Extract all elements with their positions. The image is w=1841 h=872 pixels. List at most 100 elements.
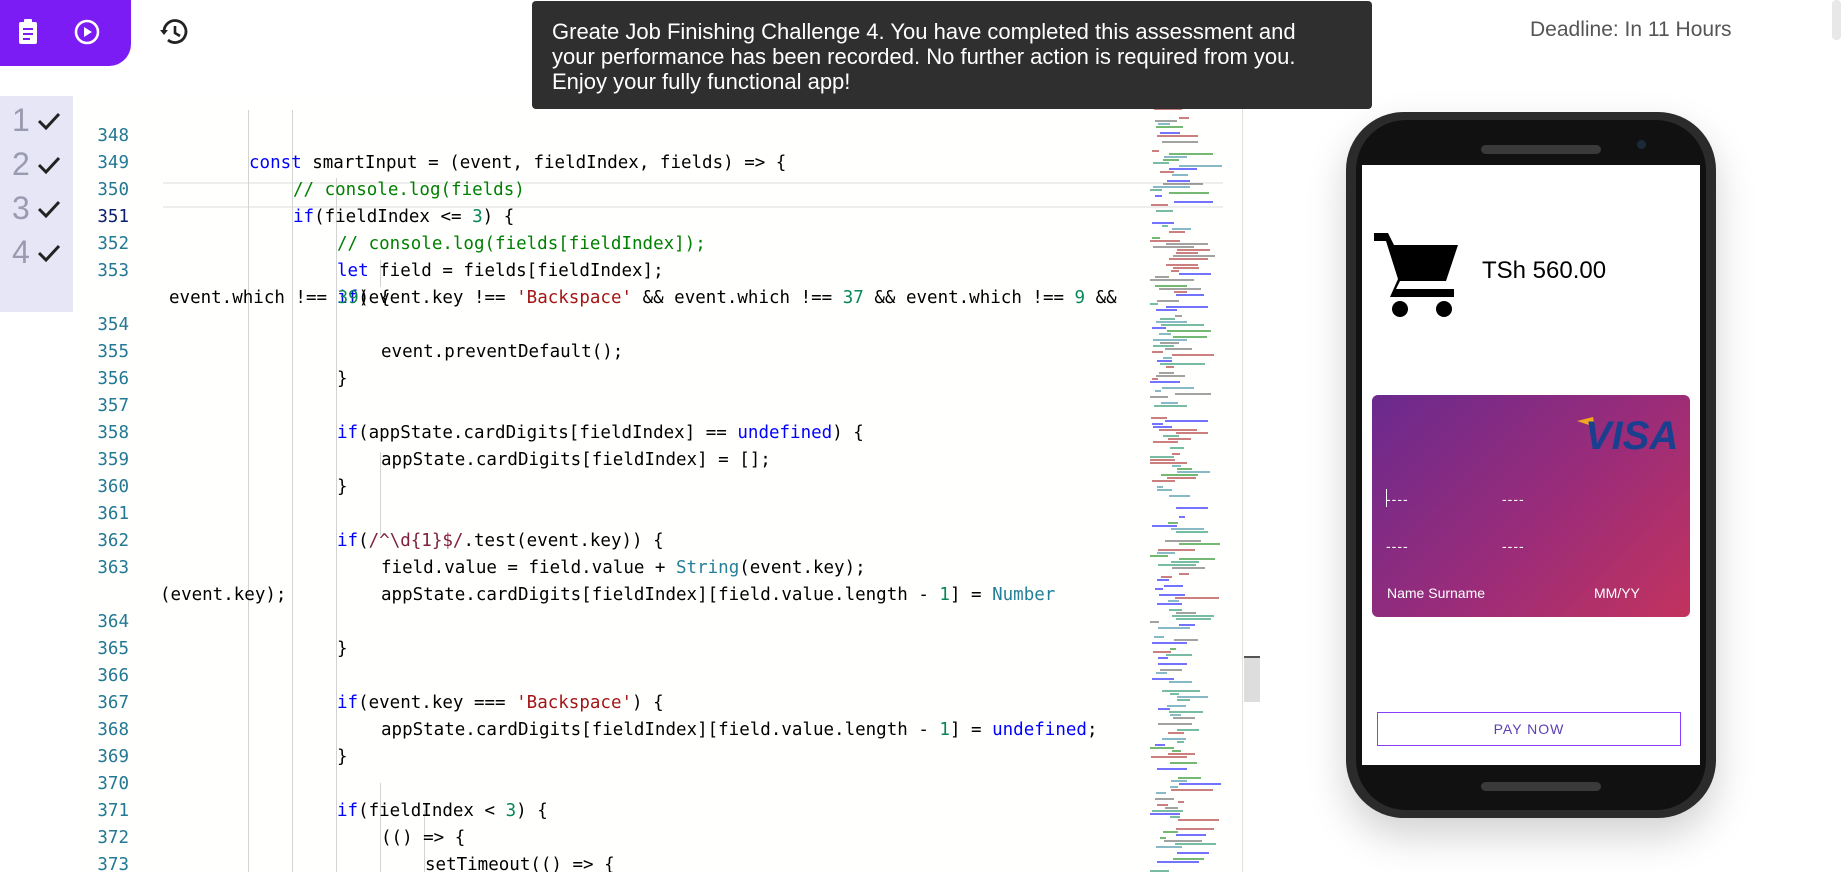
minimap-stroke	[1153, 426, 1172, 428]
minimap-stroke	[1176, 507, 1208, 509]
card-number-field[interactable]: ----	[1502, 491, 1525, 507]
code-line: (event.key);	[73, 555, 1173, 605]
deadline-text: Deadline: In 11 Hours	[1530, 18, 1732, 41]
minimap-stroke	[1179, 273, 1211, 275]
minimap-stroke	[1173, 336, 1207, 338]
minimap-stroke	[1165, 420, 1208, 422]
minimap-stroke	[1157, 360, 1172, 362]
pay-now-button[interactable]: PAY NOW	[1377, 712, 1681, 746]
code-line: 354 event.preventDefault();	[73, 285, 1173, 362]
minimap-stroke	[1152, 222, 1174, 224]
minimap-stroke	[1152, 423, 1163, 425]
minimap-stroke	[1157, 300, 1179, 302]
minimap-stroke	[1162, 141, 1198, 143]
minimap-stroke	[1171, 270, 1179, 272]
minimap-stroke	[1176, 618, 1211, 620]
minimap-stroke	[1172, 615, 1214, 617]
minimap-stroke	[1158, 549, 1195, 551]
editor-scrollbar-thumb[interactable]	[1244, 656, 1260, 702]
minimap-stroke	[1150, 456, 1174, 458]
minimap-stroke	[1170, 447, 1184, 449]
task-list: 1 2 3 4	[0, 96, 73, 312]
minimap-stroke	[1166, 264, 1198, 266]
cart-icon	[1374, 233, 1458, 317]
task-item[interactable]: 1	[0, 98, 73, 142]
minimap-stroke	[1172, 750, 1181, 752]
minimap-stroke	[1165, 807, 1178, 809]
minimap-stroke	[1150, 240, 1180, 242]
code-line: 363 appState.cardDigits[fieldIndex][fiel…	[73, 528, 1173, 605]
code-editor[interactable]: 348 const smartInput = (event, fieldInde…	[73, 96, 1243, 872]
minimap-stroke	[1152, 237, 1160, 239]
clipboard-icon[interactable]	[10, 14, 46, 50]
code-line: 365	[73, 609, 1173, 659]
card-number-field[interactable]: ----	[1386, 491, 1409, 507]
editor-minimap[interactable]	[1150, 96, 1240, 872]
minimap-stroke	[1166, 654, 1192, 656]
minimap-stroke	[1163, 357, 1172, 359]
task-item[interactable]: 3	[0, 186, 73, 230]
minimap-stroke	[1152, 480, 1175, 482]
minimap-stroke	[1179, 117, 1189, 119]
minimap-stroke	[1170, 648, 1176, 650]
minimap-stroke	[1157, 579, 1169, 581]
minimap-stroke	[1156, 210, 1173, 212]
minimap-stroke	[1155, 195, 1162, 197]
minimap-stroke	[1156, 375, 1185, 377]
history-icon[interactable]	[154, 12, 194, 52]
minimap-stroke	[1173, 255, 1215, 257]
minimap-stroke	[1150, 381, 1180, 383]
minimap-stroke	[1170, 762, 1197, 764]
card-name-field[interactable]: Name Surname	[1387, 585, 1485, 601]
minimap-stroke	[1152, 378, 1158, 380]
minimap-stroke	[1153, 339, 1187, 341]
minimap-stroke	[1160, 342, 1179, 344]
minimap-stroke	[1159, 429, 1197, 431]
code-line: 362 field.value = field.value + String(e…	[73, 501, 1173, 578]
minimap-stroke	[1156, 309, 1177, 311]
minimap-stroke	[1172, 453, 1180, 455]
code-line: 360	[73, 447, 1173, 497]
minimap-stroke	[1160, 363, 1205, 365]
minimap-stroke	[1158, 627, 1190, 629]
minimap-stroke	[1179, 783, 1221, 785]
minimap-stroke	[1169, 192, 1209, 194]
minimap-stroke	[1172, 174, 1188, 176]
total-amount: TSh 560.00	[1482, 257, 1607, 284]
visa-logo: VISA	[1577, 414, 1677, 455]
minimap-stroke	[1177, 468, 1192, 470]
minimap-stroke	[1162, 387, 1194, 389]
check-icon	[37, 244, 61, 262]
minimap-stroke	[1150, 462, 1187, 464]
minimap-stroke	[1158, 708, 1170, 710]
brand-block	[0, 0, 131, 66]
toast-line: your performance has been recorded. No f…	[552, 44, 1296, 69]
minimap-stroke	[1158, 564, 1196, 566]
card-expiry-field[interactable]: MM/YY	[1594, 585, 1640, 601]
minimap-stroke	[1158, 723, 1192, 725]
card-number-field[interactable]: ----	[1386, 538, 1409, 554]
minimap-stroke	[1176, 531, 1208, 533]
minimap-stroke	[1155, 744, 1165, 746]
code-line: 367 appState.cardDigits[fieldIndex][fiel…	[73, 663, 1173, 740]
minimap-stroke	[1157, 135, 1198, 137]
code-line: 356	[73, 339, 1173, 389]
minimap-stroke	[1156, 672, 1167, 674]
minimap-stroke	[1155, 588, 1163, 590]
toast-line: Greate Job Finishing Challenge 4. You ha…	[552, 19, 1296, 44]
minimap-stroke	[1168, 600, 1179, 602]
minimap-stroke	[1177, 471, 1210, 473]
minimap-stroke	[1155, 798, 1174, 800]
minimap-stroke	[1150, 396, 1168, 398]
task-item[interactable]: 4	[0, 230, 73, 274]
code-line: 372 setTimeout(() => {	[73, 798, 1173, 872]
minimap-stroke	[1179, 558, 1215, 560]
task-item[interactable]: 2	[0, 142, 73, 186]
card-number-field[interactable]: ----	[1502, 538, 1525, 554]
minimap-stroke	[1161, 474, 1198, 476]
play-circle-icon[interactable]	[69, 14, 105, 50]
code-line: event.which !== 39) {	[73, 258, 1173, 308]
minimap-stroke	[1162, 225, 1168, 227]
minimap-stroke	[1153, 345, 1174, 347]
minimap-stroke	[1179, 573, 1189, 575]
